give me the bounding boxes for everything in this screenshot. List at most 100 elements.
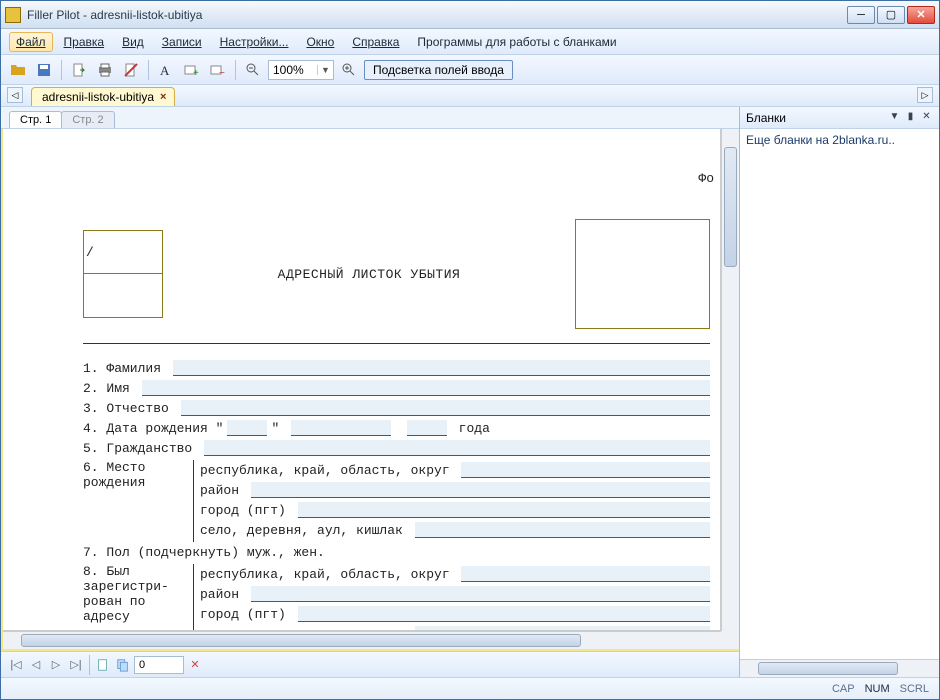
field-bp-district[interactable] (251, 482, 710, 498)
side-panel-header: Бланки ▼ ▮ ✕ (740, 107, 939, 129)
side-panel-title: Бланки (746, 111, 786, 125)
status-cap: CAP (832, 683, 855, 695)
scrollbar-v-thumb[interactable] (724, 147, 737, 267)
app-icon (5, 7, 21, 23)
field-reg-region[interactable] (461, 566, 710, 582)
nav-next-icon[interactable]: ▷ (47, 656, 65, 674)
field-reg-district[interactable] (251, 586, 710, 602)
field-name[interactable] (142, 380, 710, 396)
menu-file[interactable]: Файл (9, 32, 53, 52)
field-dob-year[interactable] (407, 420, 447, 436)
label-citizenship: 5. Гражданство (83, 440, 200, 458)
side-scrollbar-h[interactable] (740, 659, 939, 677)
zoom-combo[interactable]: ▼ (268, 60, 334, 80)
toolbar: A + − ▼ Подсветка полей ввода (1, 55, 939, 85)
window-title: Filler Pilot - adresnii-listok-ubitiya (27, 8, 847, 22)
nav-prev-icon[interactable]: ◁ (27, 656, 45, 674)
zoom-input[interactable] (269, 63, 317, 77)
menu-records[interactable]: Записи (155, 32, 209, 52)
close-button[interactable]: ✕ (907, 6, 935, 24)
delete-record-icon[interactable]: ✕ (186, 656, 204, 674)
menu-edit[interactable]: Правка (57, 32, 112, 52)
remove-field-icon[interactable]: − (207, 59, 229, 81)
page-tab-2[interactable]: Стр. 2 (61, 111, 114, 128)
label-dob-a: 4. Дата рождения " (83, 420, 223, 438)
zoom-out-icon[interactable] (242, 59, 264, 81)
field-bp-region[interactable] (461, 462, 710, 478)
scrollbar-horizontal[interactable] (3, 631, 721, 649)
menu-programs[interactable]: Программы для работы с бланками (410, 32, 623, 52)
font-icon[interactable]: A (155, 59, 177, 81)
label-name: 2. Имя (83, 380, 138, 398)
tab-scroll-right[interactable]: ▷ (917, 87, 933, 103)
field-surname[interactable] (173, 360, 710, 376)
menubar: Файл Правка Вид Записи Настройки... Окно… (1, 29, 939, 55)
zoom-dropdown-icon[interactable]: ▼ (317, 65, 333, 75)
label-registered: 8. Был зарегистри- рован по адресу (83, 564, 193, 631)
page-tabs: Стр. 1 Стр. 2 (1, 107, 739, 129)
canvas-area: Фо / АДРЕСНЫЙ ЛИСТОК УБЫТИЯ 1. Фамилия 2… (1, 129, 739, 651)
vline (193, 460, 194, 542)
side-panel-link[interactable]: Еще бланки на 2blanka.ru.. (746, 133, 933, 147)
page-tab-1[interactable]: Стр. 1 (9, 111, 62, 128)
stamp-boxes: / (83, 230, 163, 318)
record-navigator: |◁ ◁ ▷ ▷| ✕ (1, 651, 739, 677)
label-patronymic: 3. Отчество (83, 400, 177, 418)
photo-box[interactable] (575, 219, 710, 329)
status-scrl: SCRL (900, 683, 929, 695)
document-tab[interactable]: adresnii-listok-ubitiya × (31, 87, 175, 106)
document-tabs-row: ◁ adresnii-listok-ubitiya × ▷ (1, 85, 939, 107)
svg-text:−: − (219, 68, 225, 78)
nav-last-icon[interactable]: ▷| (67, 656, 85, 674)
photo-label: Фо (698, 171, 714, 186)
nav-first-icon[interactable]: |◁ (7, 656, 25, 674)
side-panel: Бланки ▼ ▮ ✕ Еще бланки на 2blanka.ru.. (739, 107, 939, 677)
minimize-button[interactable]: ─ (847, 6, 875, 24)
clear-icon[interactable] (120, 59, 142, 81)
field-dob-month[interactable] (291, 420, 391, 436)
stamp-box-top[interactable]: / (83, 230, 163, 274)
side-scroll-thumb[interactable] (758, 662, 898, 675)
field-dob-day[interactable] (227, 420, 267, 436)
new-record-icon[interactable] (94, 656, 112, 674)
field-bp-city[interactable] (298, 502, 710, 518)
menu-view[interactable]: Вид (115, 32, 151, 52)
document-canvas[interactable]: Фо / АДРЕСНЫЙ ЛИСТОК УБЫТИЯ 1. Фамилия 2… (3, 129, 721, 631)
statusbar: CAP NUM SCRL (1, 677, 939, 699)
scrollbar-vertical[interactable] (721, 129, 739, 631)
menu-help[interactable]: Справка (345, 32, 406, 52)
field-reg-city[interactable] (298, 606, 710, 622)
copy-record-icon[interactable] (114, 656, 132, 674)
menu-window[interactable]: Окно (299, 32, 341, 52)
record-number-input[interactable] (134, 656, 184, 674)
tab-scroll-left[interactable]: ◁ (7, 87, 23, 103)
panel-close-icon[interactable]: ✕ (920, 111, 933, 124)
tab-close-icon[interactable]: × (160, 91, 166, 103)
maximize-button[interactable]: ▢ (877, 6, 905, 24)
scrollbar-h-thumb[interactable] (21, 634, 581, 647)
document-title: АДРЕСНЫЙ ЛИСТОК УБЫТИЯ (193, 267, 545, 282)
print-icon[interactable] (94, 59, 116, 81)
panel-menu-icon[interactable]: ▼ (888, 111, 901, 124)
workspace: Стр. 1 Стр. 2 Фо / АДРЕСНЫЙ ЛИСТОК УБЫТИ… (1, 107, 939, 677)
app-window: Filler Pilot - adresnii-listok-ubitiya ─… (0, 0, 940, 700)
titlebar: Filler Pilot - adresnii-listok-ubitiya ─… (1, 1, 939, 29)
svg-text:A: A (160, 63, 170, 78)
divider (83, 343, 710, 344)
export-icon[interactable] (68, 59, 90, 81)
document-tab-label: adresnii-listok-ubitiya (42, 90, 154, 104)
open-icon[interactable] (7, 59, 29, 81)
save-icon[interactable] (33, 59, 55, 81)
add-field-icon[interactable]: + (181, 59, 203, 81)
menu-settings[interactable]: Настройки... (213, 32, 296, 52)
field-citizenship[interactable] (204, 440, 710, 456)
field-bp-village[interactable] (415, 522, 710, 538)
scroll-corner (721, 631, 739, 649)
main-pane: Стр. 1 Стр. 2 Фо / АДРЕСНЫЙ ЛИСТОК УБЫТИ… (1, 107, 739, 677)
panel-pin-icon[interactable]: ▮ (904, 111, 917, 124)
label-sex: 7. Пол (подчеркнуть) муж., жен. (83, 544, 325, 562)
stamp-box-bottom[interactable] (83, 274, 163, 318)
zoom-in-icon[interactable] (338, 59, 360, 81)
highlight-fields-button[interactable]: Подсветка полей ввода (364, 60, 513, 80)
field-patronymic[interactable] (181, 400, 710, 416)
